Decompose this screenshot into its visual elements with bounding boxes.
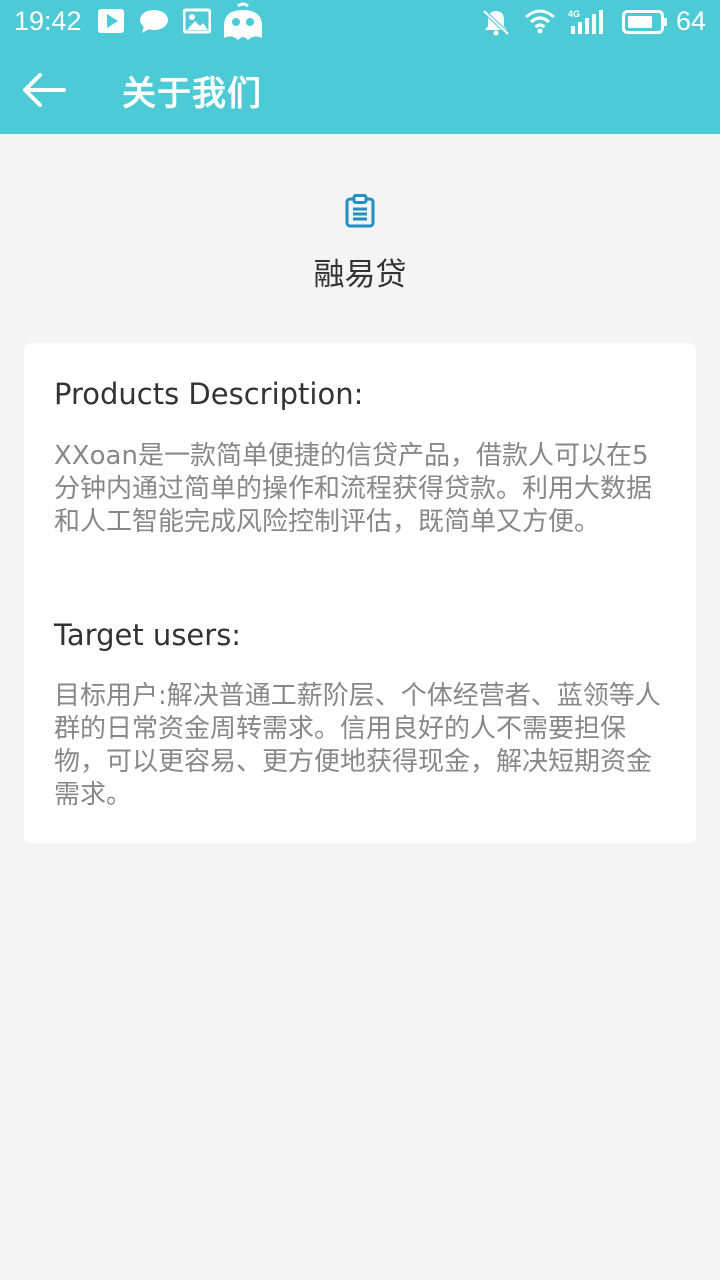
- svg-text:4G: 4G: [568, 9, 580, 19]
- description-heading: Products Description:: [54, 377, 364, 411]
- target-users-heading: Target users:: [54, 618, 242, 652]
- clipboard-icon: [345, 194, 375, 228]
- product-header: 融易贷: [0, 134, 720, 343]
- back-button[interactable]: [20, 70, 70, 110]
- target-users-text: 目标用户:解决普通工薪阶层、个体经营者、蓝领等人群的日常资金周转需求。信用良好的…: [54, 681, 661, 810]
- battery-icon: [622, 10, 667, 34]
- description-text: XXoan是一款简单便捷的信贷产品，借款人可以在5分钟内通过简单的操作和流程获得…: [54, 441, 653, 537]
- mascot-icon: [224, 2, 262, 40]
- info-card: Products Description: XXoan是一款简单便捷的信贷产品，…: [24, 343, 696, 843]
- chat-icon: [140, 10, 168, 33]
- status-bar: 19:42 4G 64: [0, 0, 720, 46]
- image-icon: [183, 8, 211, 34]
- play-icon: [98, 9, 124, 33]
- status-time: 19:42: [14, 6, 82, 36]
- arrow-left-icon: [23, 73, 66, 107]
- signal-4g-icon: 4G: [568, 9, 603, 34]
- page-title: 关于我们: [122, 74, 262, 114]
- app-bar: 关于我们: [0, 46, 720, 134]
- bell-off-icon: [482, 9, 510, 36]
- battery-level: 64: [675, 6, 706, 36]
- product-name: 融易贷: [313, 257, 407, 293]
- wifi-icon: [525, 9, 555, 34]
